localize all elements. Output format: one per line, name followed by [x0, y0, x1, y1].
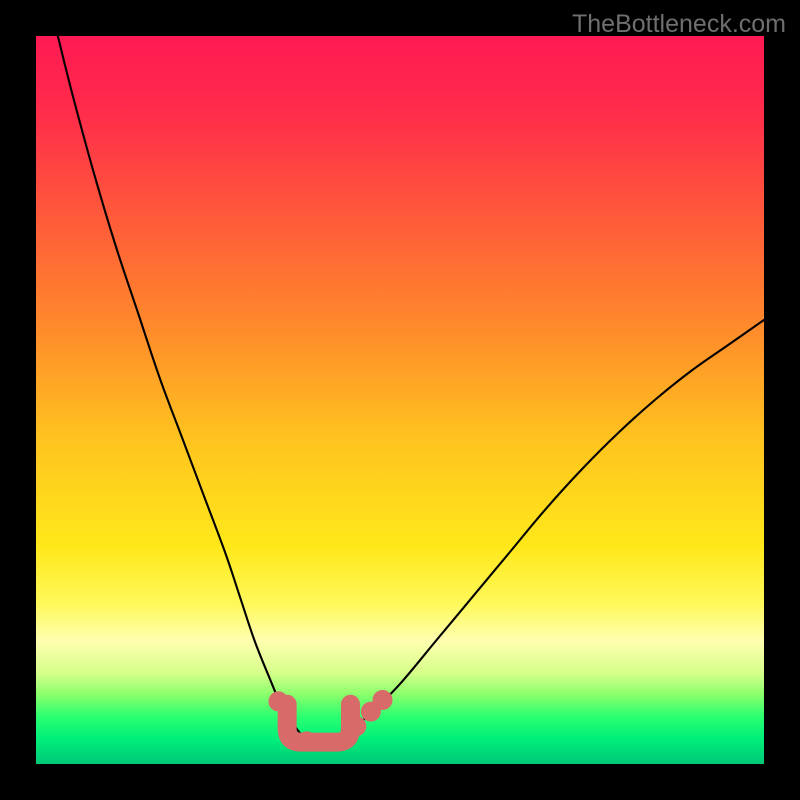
marker-dot — [373, 690, 392, 709]
marker-dot — [297, 732, 316, 751]
watermark-text: TheBottleneck.com — [572, 10, 786, 39]
marker-dot — [269, 692, 288, 711]
marker-dot — [347, 717, 366, 736]
chart-frame: TheBottleneck.com — [0, 0, 800, 800]
chart-canvas — [36, 36, 764, 764]
